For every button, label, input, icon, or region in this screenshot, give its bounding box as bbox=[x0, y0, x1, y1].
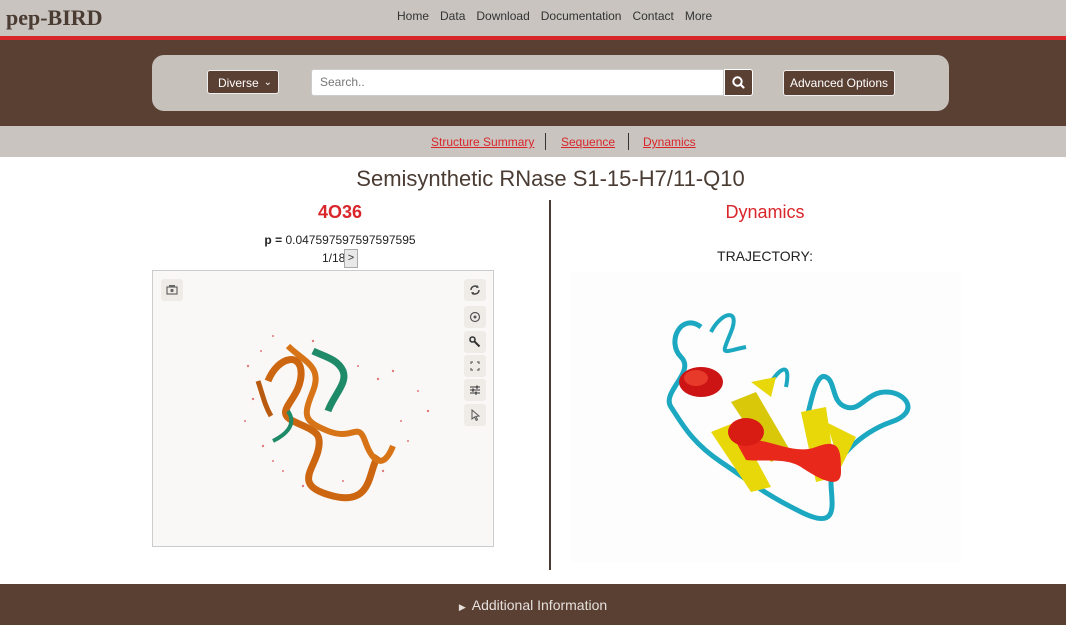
additional-info-bar[interactable]: ▶ Additional Information bbox=[0, 584, 1066, 625]
nav-data[interactable]: Data bbox=[440, 9, 465, 23]
main-nav: Home Data Download Documentation Contact… bbox=[397, 9, 723, 23]
pdb-id: 4O36 bbox=[317, 202, 363, 222]
search-icon bbox=[732, 76, 745, 89]
triangle-right-icon: ▶ bbox=[458, 602, 466, 612]
dynamics-title: Dynamics bbox=[725, 202, 805, 222]
trajectory-image bbox=[571, 272, 961, 562]
site-logo[interactable]: pep-BIRD bbox=[6, 5, 103, 31]
top-navbar: pep-BIRD Home Data Download Documentatio… bbox=[0, 0, 1066, 36]
nav-contact[interactable]: Contact bbox=[632, 9, 673, 23]
dataset-select-value: Diverse bbox=[218, 76, 259, 90]
column-divider bbox=[549, 200, 551, 570]
page-title: Semisynthetic RNase S1-15-H7/11-Q10 bbox=[356, 166, 745, 191]
protein-structure-render bbox=[244, 335, 430, 502]
dataset-select[interactable]: Diverse ⌄ bbox=[207, 70, 279, 94]
section-tabs: Structure Summary Sequence Dynamics bbox=[0, 126, 1066, 157]
next-structure-button[interactable]: > bbox=[344, 249, 358, 268]
additional-info-toggle[interactable]: ▶ Additional Information bbox=[0, 597, 1066, 613]
tab-separator bbox=[628, 133, 629, 150]
nav-home[interactable]: Home bbox=[397, 9, 429, 23]
chevron-down-icon: ⌄ bbox=[263, 77, 272, 88]
advanced-options-button[interactable]: Advanced Options bbox=[783, 70, 895, 96]
search-input[interactable]: Search.. bbox=[311, 69, 724, 96]
trajectory-label: TRAJECTORY: bbox=[717, 248, 813, 264]
nav-more[interactable]: More bbox=[685, 9, 712, 23]
search-button[interactable] bbox=[724, 69, 753, 96]
search-panel: Diverse ⌄ Search.. Advanced Options bbox=[152, 55, 949, 111]
p-label: p = bbox=[264, 233, 283, 247]
molecule-viewer[interactable] bbox=[152, 270, 494, 547]
nav-download[interactable]: Download bbox=[476, 9, 529, 23]
search-band: Diverse ⌄ Search.. Advanced Options bbox=[0, 40, 1066, 126]
search-placeholder: Search.. bbox=[320, 75, 365, 89]
structure-pager: 1/18 bbox=[322, 251, 346, 265]
additional-info-label: Additional Information bbox=[471, 597, 608, 613]
tab-sequence[interactable]: Sequence bbox=[561, 135, 615, 149]
nav-documentation[interactable]: Documentation bbox=[541, 9, 622, 23]
tab-structure-summary[interactable]: Structure Summary bbox=[431, 135, 534, 149]
p-value-line: p = 0.047597597597597595 bbox=[200, 233, 480, 247]
tab-separator bbox=[545, 133, 546, 150]
tab-dynamics[interactable]: Dynamics bbox=[643, 135, 696, 149]
p-value: 0.047597597597597595 bbox=[285, 233, 416, 247]
